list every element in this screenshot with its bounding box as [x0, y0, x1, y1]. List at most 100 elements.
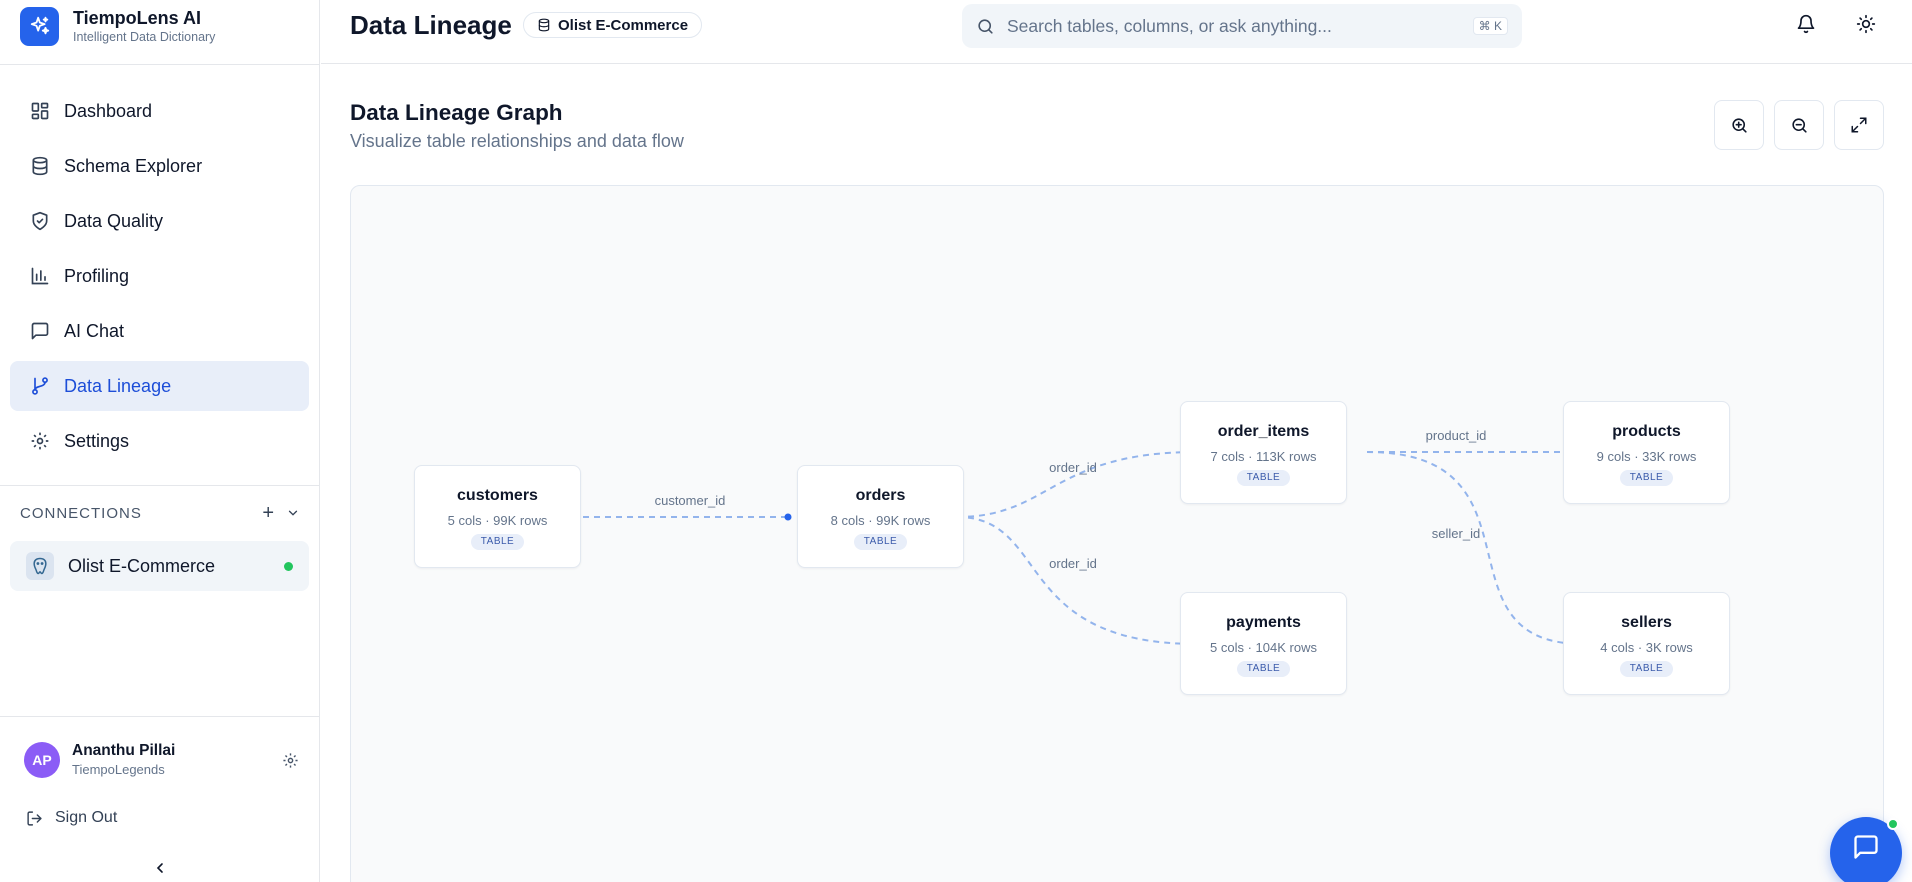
top-header: Data Lineage Olist E-Commerce ⌘ K	[321, 0, 1912, 64]
node-type-badge: TABLE	[1619, 661, 1674, 677]
node-meta: 9 cols · 33K rows	[1596, 449, 1697, 464]
sidebar-item-label: AI Chat	[64, 320, 125, 341]
bell-icon[interactable]	[1795, 13, 1817, 35]
add-connection-button[interactable]: +	[262, 503, 274, 523]
node-name: orders	[855, 487, 906, 504]
fullscreen-button[interactable]	[1834, 100, 1884, 150]
user-profile: AP Ananthu Pillai TiempoLegends	[24, 740, 299, 780]
sidebar-item-settings[interactable]: Settings	[10, 416, 309, 466]
chevron-down-icon[interactable]	[286, 506, 300, 520]
lineage-canvas[interactable]: customer_id order_id order_id product_id…	[350, 185, 1884, 882]
divider	[0, 64, 320, 65]
git-branch-icon	[30, 376, 50, 396]
collapse-sidebar-chevron-left-icon[interactable]	[152, 860, 168, 876]
node-meta: 5 cols · 104K rows	[1210, 640, 1317, 655]
sidebar-item-schema-explorer[interactable]: Schema Explorer	[10, 141, 309, 191]
node-name: sellers	[1621, 614, 1672, 631]
database-pill-label: Olist E-Commerce	[558, 16, 689, 34]
connections-actions: +	[262, 503, 300, 523]
sidebar-item-label: Profiling	[64, 265, 130, 286]
lineage-node-sellers[interactable]: sellers 4 cols · 3K rows TABLE	[1563, 592, 1730, 695]
edge-label: seller_id	[1432, 526, 1480, 541]
postgres-icon	[26, 552, 54, 580]
sidebar-item-label: Schema Explorer	[64, 155, 203, 176]
connection-label: Olist E-Commerce	[68, 555, 216, 576]
gear-icon	[30, 431, 50, 451]
user-settings-gear-icon[interactable]	[282, 752, 299, 769]
user-info: Ananthu Pillai TiempoLegends	[72, 741, 175, 779]
sidebar-item-label: Data Lineage	[64, 375, 172, 396]
lineage-node-orders[interactable]: orders 8 cols · 99K rows TABLE	[797, 465, 964, 568]
sign-out-label: Sign Out	[55, 809, 118, 826]
sidebar-item-dashboard[interactable]: Dashboard	[10, 86, 309, 136]
main-content: Data Lineage Graph Visualize table relat…	[321, 65, 1912, 882]
lineage-node-products[interactable]: products 9 cols · 33K rows TABLE	[1563, 401, 1730, 504]
log-out-icon	[27, 810, 42, 826]
brand-subtitle: Intelligent Data Dictionary	[73, 30, 216, 44]
database-icon	[30, 156, 50, 176]
sidebar-item-data-quality[interactable]: Data Quality	[10, 196, 309, 246]
edge-label: order_id	[1049, 556, 1097, 571]
node-type-badge: TABLE	[853, 534, 908, 550]
node-name: products	[1612, 423, 1681, 440]
avatar[interactable]: AP	[24, 742, 60, 778]
sign-out-button[interactable]: Sign Out	[26, 809, 117, 827]
edge-label: customer_id	[655, 493, 726, 508]
chat-online-indicator	[1887, 818, 1899, 830]
search-icon	[978, 18, 993, 34]
lineage-node-order-items[interactable]: order_items 7 cols · 113K rows TABLE	[1180, 401, 1347, 504]
edge-handle	[784, 513, 792, 521]
bar-chart-icon	[30, 266, 50, 286]
sidebar-nav: Dashboard Schema Explorer Data Quality P…	[10, 86, 309, 471]
node-name: payments	[1226, 614, 1301, 631]
connections-header: CONNECTIONS +	[20, 503, 300, 523]
shield-check-icon	[30, 211, 50, 231]
zoom-in-button[interactable]	[1714, 100, 1764, 150]
divider	[0, 716, 320, 717]
edge-orders-payments	[956, 516, 1198, 645]
sidebar-item-ai-chat[interactable]: AI Chat	[10, 306, 309, 356]
sidebar-item-label: Data Quality	[64, 210, 164, 231]
sparkles-icon	[20, 6, 59, 46]
divider	[0, 485, 320, 486]
user-name: Ananthu Pillai	[72, 742, 176, 759]
edge-label: order_id	[1049, 460, 1097, 475]
node-meta: 8 cols · 99K rows	[830, 513, 931, 528]
sun-icon[interactable]	[1855, 13, 1877, 35]
sidebar-item-data-lineage[interactable]: Data Lineage	[10, 361, 309, 411]
node-type-badge: TABLE	[470, 534, 525, 550]
node-meta: 7 cols · 113K rows	[1210, 449, 1317, 464]
graph-title: Data Lineage Graph	[350, 100, 563, 125]
zoom-out-icon	[1791, 117, 1807, 133]
user-org: TiempoLegends	[72, 762, 165, 777]
connection-status-dot	[284, 561, 293, 571]
zoom-out-button[interactable]	[1774, 100, 1824, 150]
page-title: Data Lineage	[350, 10, 512, 40]
brand[interactable]: TiempoLens AI Intelligent Data Dictionar…	[20, 4, 215, 48]
connection-item-olist[interactable]: Olist E-Commerce	[10, 541, 309, 591]
graph-subtitle: Visualize table relationships and data f…	[350, 131, 684, 151]
message-square-icon	[1854, 835, 1878, 859]
lineage-node-payments[interactable]: payments 5 cols · 104K rows TABLE	[1180, 592, 1347, 695]
node-name: order_items	[1217, 423, 1310, 440]
edge-order-items-sellers	[1366, 451, 1584, 645]
sidebar: TiempoLens AI Intelligent Data Dictionar…	[0, 0, 320, 882]
lineage-node-customers[interactable]: customers 5 cols · 99K rows TABLE	[414, 465, 581, 568]
node-meta: 5 cols · 99K rows	[447, 513, 548, 528]
node-meta: 4 cols · 3K rows	[1600, 640, 1693, 655]
connections-title: CONNECTIONS	[20, 504, 142, 522]
database-icon	[538, 18, 550, 32]
brand-name: TiempoLens AI	[73, 8, 202, 28]
node-type-badge: TABLE	[1236, 470, 1291, 486]
sidebar-item-profiling[interactable]: Profiling	[10, 251, 309, 301]
brand-text: TiempoLens AI Intelligent Data Dictionar…	[73, 7, 215, 45]
search-bar[interactable]: ⌘ K	[962, 4, 1522, 48]
database-pill[interactable]: Olist E-Commerce	[523, 12, 703, 38]
message-square-icon	[30, 321, 50, 341]
maximize-icon	[1851, 117, 1867, 133]
node-type-badge: TABLE	[1619, 470, 1674, 486]
sidebar-item-label: Settings	[64, 430, 130, 451]
search-input[interactable]	[1007, 15, 1461, 37]
node-type-badge: TABLE	[1236, 661, 1291, 677]
sidebar-item-label: Dashboard	[64, 100, 153, 121]
